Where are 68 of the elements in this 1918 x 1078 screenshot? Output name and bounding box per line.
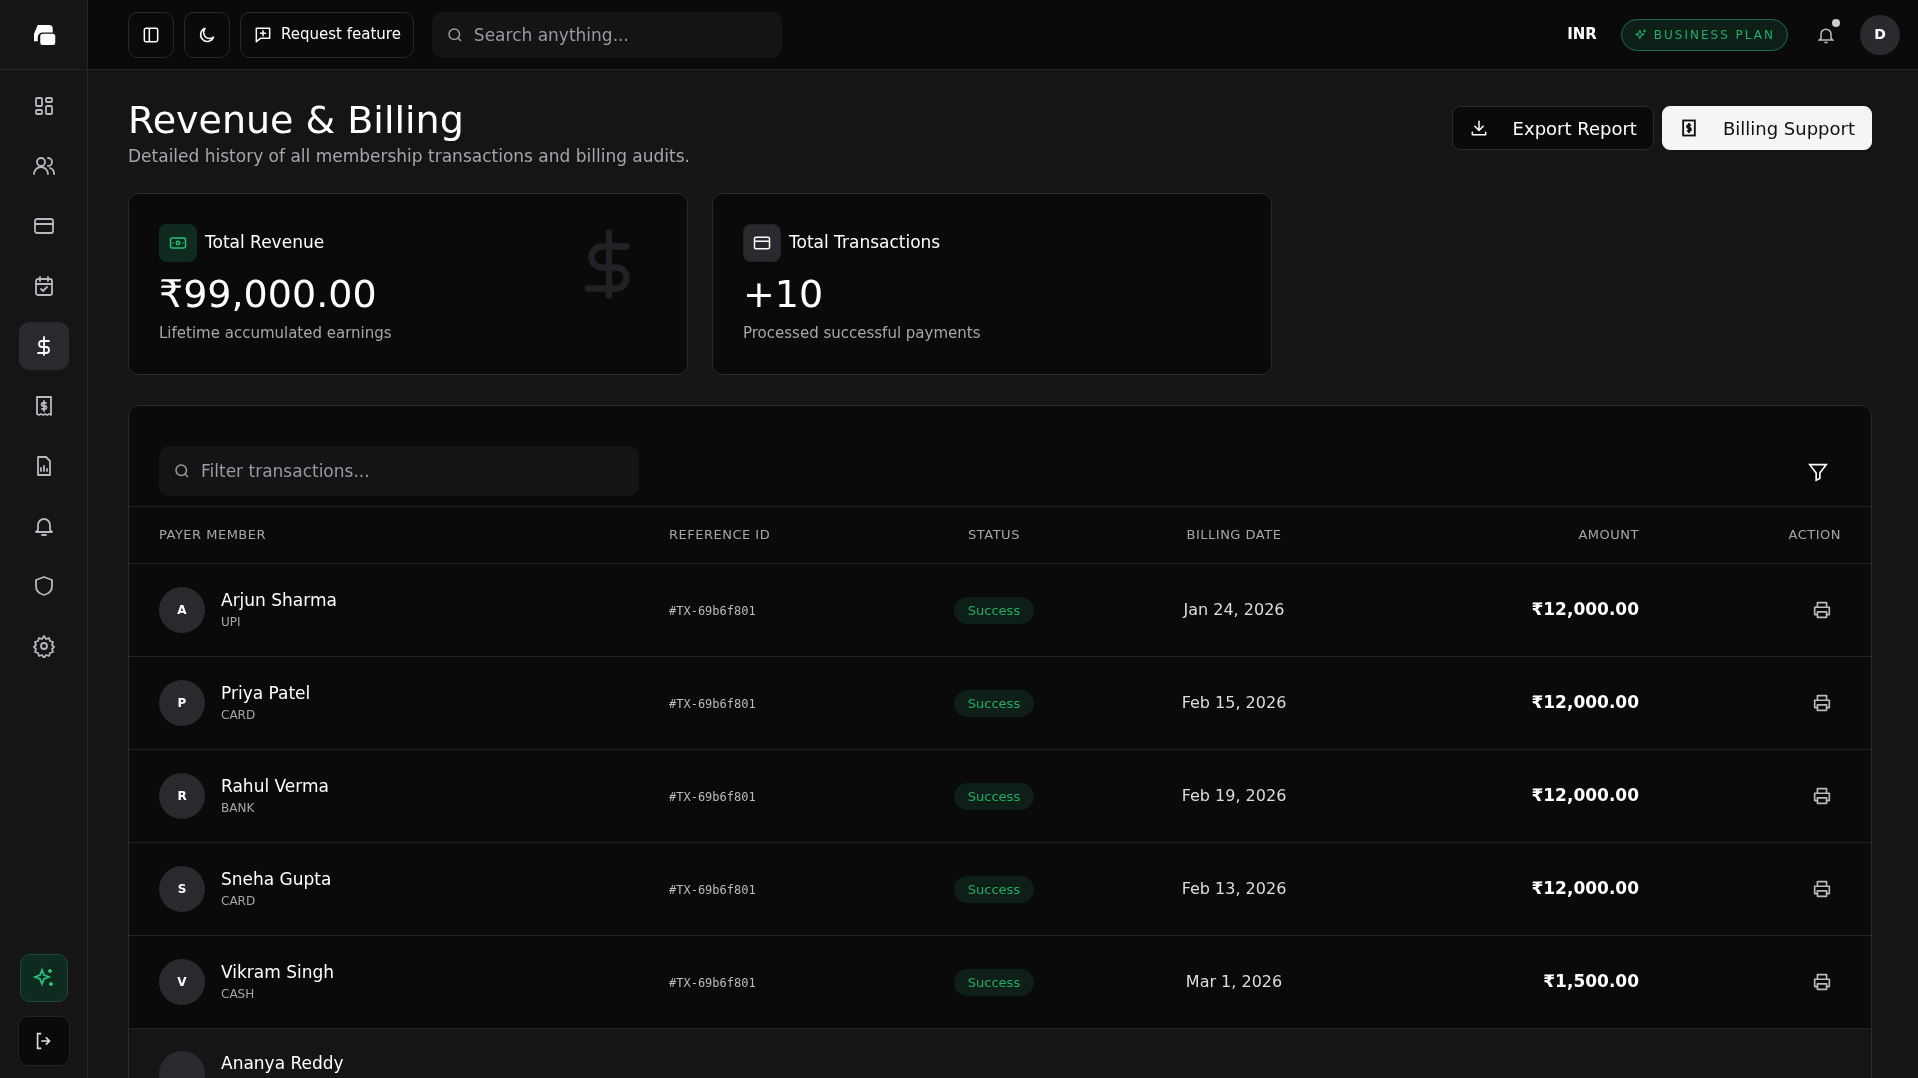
payer-name: Ananya Reddy (221, 1051, 344, 1075)
payment-method: CASH (221, 986, 256, 1004)
user-avatar[interactable]: D (1860, 14, 1900, 55)
status-badge: Success (953, 689, 1035, 717)
amount: ₹12,000.00 (1531, 784, 1639, 805)
search-field[interactable]: Search anything... (431, 11, 782, 58)
export-button[interactable]: Export Report (1451, 106, 1654, 150)
billing-date: Jan 24, 2026 (1183, 599, 1285, 619)
stat-value: +10 (743, 274, 825, 316)
amount: ₹1,500.00 (1543, 970, 1639, 991)
reference-id: #TX-69b6f801 (669, 789, 756, 804)
sidebar-nav-button[interactable] (18, 322, 69, 370)
avatar-initial: R (159, 772, 205, 819)
reference-id: #TX-69b6f801 (669, 975, 756, 990)
stat-caption: Processed successful payments (743, 322, 982, 344)
status-badge: Success (953, 875, 1035, 903)
status-badge: Success (953, 782, 1035, 810)
payer-name: Vikram Singh (221, 960, 335, 984)
sparkle-button[interactable] (19, 954, 68, 1002)
stat-title: Total Revenue (205, 231, 325, 255)
page-title: Revenue & Billing (128, 98, 465, 144)
logout-button[interactable] (17, 1016, 70, 1066)
payer-name: Rahul Verma (221, 774, 329, 798)
column-header: PAYER MEMBER (158, 526, 268, 545)
request-feature-button[interactable]: Request feature (240, 11, 414, 58)
amount: ₹12,000.00 (1531, 598, 1639, 619)
sidebar-toggle-button[interactable] (128, 11, 174, 58)
column-header: REFERENCE ID (669, 526, 772, 545)
column-header: STATUS (967, 526, 1021, 545)
payer-name: Sneha Gupta (221, 867, 332, 891)
reference-id: #TX-69b6f801 (669, 696, 756, 711)
status-badge: Success (953, 968, 1035, 996)
stat-caption: Lifetime accumulated earnings (159, 322, 393, 344)
reference-id: #TX-69b6f801 (669, 882, 756, 897)
status-badge: Success (953, 596, 1035, 624)
avatar-initial: A (159, 586, 205, 633)
settings-icon (31, 634, 56, 658)
reference-id: #TX-69b6f801 (669, 603, 756, 618)
payment-method: BANK (221, 800, 256, 818)
avatar-initial: S (159, 865, 205, 912)
column-header: ACTION (1787, 526, 1842, 545)
filter-field[interactable]: Filter transactions... (159, 446, 639, 497)
payment-method: CARD (221, 893, 257, 911)
avatar-initial: V (159, 958, 205, 1005)
amount: ₹12,000.00 (1531, 877, 1639, 898)
billing-date: Feb 15, 2026 (1181, 692, 1287, 712)
users-icon (31, 154, 56, 178)
sparkle-icon (1633, 27, 1648, 42)
stat-title: Total Transactions (789, 231, 941, 255)
column-header: BILLING DATE (1185, 526, 1283, 545)
billing-date: Feb 19, 2026 (1181, 785, 1287, 805)
billing-date: Feb 13, 2026 (1181, 878, 1287, 898)
payment-method: UPI (221, 614, 242, 632)
cash-icon (159, 224, 197, 263)
theme-toggle-button[interactable] (184, 11, 230, 58)
amount: ₹12,000.00 (1531, 691, 1639, 712)
payer-name: Priya Patel (221, 681, 311, 705)
payment-method: CARD (221, 707, 257, 725)
avatar-initial: P (159, 679, 205, 726)
column-header: AMOUNT (1577, 526, 1639, 545)
credit-card-icon (743, 224, 781, 263)
billing-date: Mar 1, 2026 (1185, 971, 1283, 991)
page-subtitle: Detailed history of all membership transactions and billing audits. (128, 144, 690, 168)
support-button[interactable]: Billing Support (1661, 106, 1872, 150)
plan-badge: BUSINESS PLAN (1620, 18, 1788, 51)
stat-value: ₹99,000.00 (159, 274, 378, 316)
payer-name: Arjun Sharma (221, 588, 337, 612)
currency-label: INR (1567, 24, 1597, 46)
